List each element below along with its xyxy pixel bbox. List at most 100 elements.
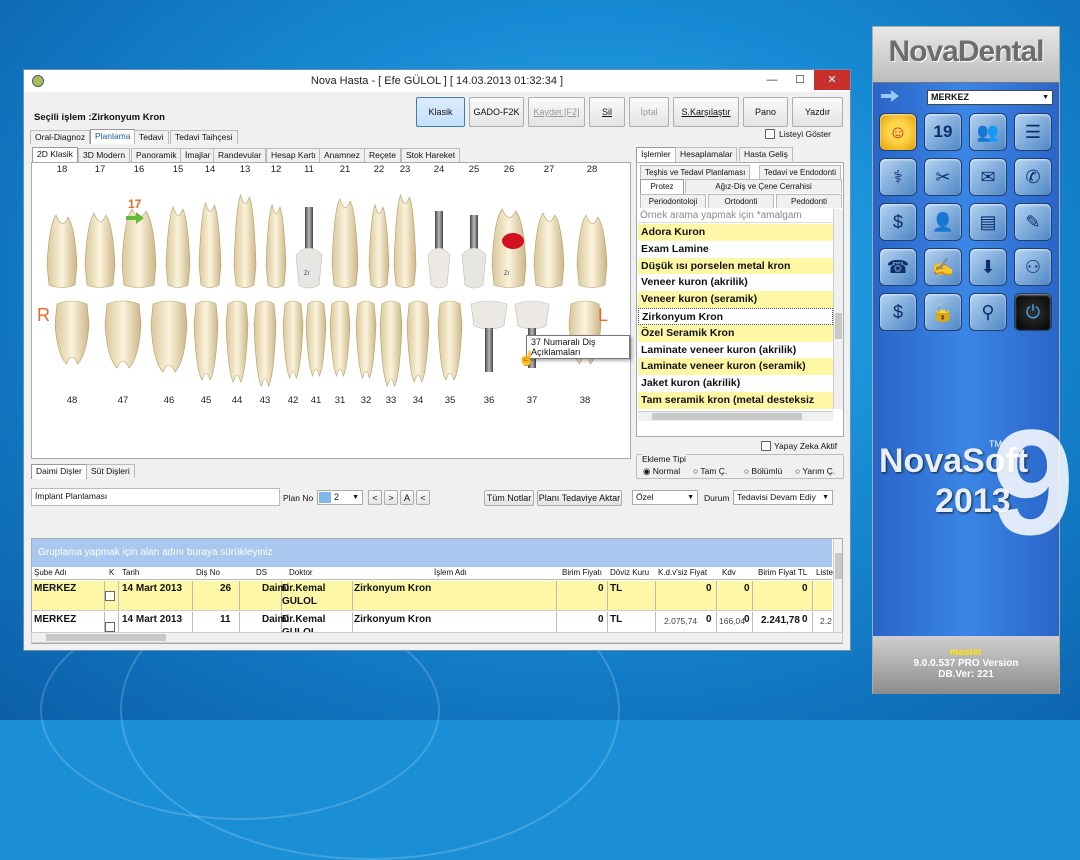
upper-tooth[interactable] <box>533 212 565 288</box>
row-checkbox[interactable] <box>105 622 115 632</box>
ozel-select[interactable]: Özel ▼ <box>632 490 698 505</box>
upper-tooth[interactable] <box>393 194 417 288</box>
lower-tooth-number[interactable]: 37 <box>520 395 544 406</box>
upper-tooth[interactable] <box>576 214 608 288</box>
durum-select[interactable]: Tedavisi Devam Ediy ▼ <box>733 490 833 505</box>
upper-tooth[interactable] <box>331 198 359 288</box>
sms-icon[interactable]: ✆ <box>1014 158 1052 196</box>
lower-tooth[interactable] <box>305 300 327 377</box>
caries-mark[interactable] <box>502 233 524 249</box>
upper-tooth-number[interactable]: 21 <box>333 164 357 175</box>
tab-daimi-disler[interactable]: Daimi Dişler <box>31 464 87 479</box>
operation-item[interactable]: Laminate veneer kuron (akrilik) <box>638 342 833 359</box>
operation-hscrollbar[interactable] <box>638 411 833 421</box>
lower-tooth-number[interactable]: 31 <box>328 395 352 406</box>
phone-icon[interactable]: ☎ <box>879 248 917 286</box>
column-header[interactable]: Şube Adı <box>34 568 66 577</box>
upper-tooth-number[interactable]: 24 <box>427 164 451 175</box>
lower-tooth-number[interactable]: 46 <box>157 395 181 406</box>
upper-tooth-number[interactable]: 11 <box>297 164 321 175</box>
maximize-button[interactable]: ☐ <box>786 70 814 90</box>
lower-tooth-number[interactable]: 33 <box>379 395 403 406</box>
lower-tooth-number[interactable]: 43 <box>253 395 277 406</box>
upper-tooth[interactable] <box>265 204 287 288</box>
radio-yarim[interactable]: ○ Yarım Ç. <box>795 466 835 476</box>
operation-item[interactable]: Exam Lamine <box>638 241 833 258</box>
upper-tooth-number[interactable]: 15 <box>166 164 190 175</box>
upper-tooth-number[interactable]: 22 <box>367 164 391 175</box>
tab-planlama[interactable]: Planlama <box>90 129 136 144</box>
email-icon[interactable]: ✉ <box>969 158 1007 196</box>
tab-stok-hareket[interactable]: Stok Hareket <box>401 148 461 162</box>
column-header[interactable]: Döviz Kuru <box>610 568 649 577</box>
upper-tooth[interactable] <box>198 202 222 288</box>
klasik-button[interactable]: Klasik <box>416 97 465 127</box>
cat-periodontoloji[interactable]: Periodontoloji <box>640 194 706 208</box>
chat-icon[interactable]: ✎ <box>1014 203 1052 241</box>
pencil-icon[interactable]: ✍ <box>924 248 962 286</box>
upper-implant[interactable] <box>470 215 478 253</box>
search-users-icon[interactable]: ⚲ <box>969 293 1007 331</box>
tab-hesaplamalar[interactable]: Hesaplamalar <box>675 147 738 161</box>
cat-teshis[interactable]: Teşhis ve Tedavi Planlaması <box>640 165 751 179</box>
users-icon[interactable]: 👤 <box>924 203 962 241</box>
branch-select[interactable]: MERKEZ ▼ <box>927 90 1053 105</box>
download-icon[interactable]: ⬇ <box>969 248 1007 286</box>
lower-tooth-number[interactable]: 45 <box>194 395 218 406</box>
upper-tooth-number[interactable]: 16 <box>127 164 151 175</box>
operation-item[interactable]: Veneer kuron (akrilik) <box>638 274 833 291</box>
upper-tooth-number[interactable]: 23 <box>393 164 417 175</box>
cat-ortodonti[interactable]: Ortodonti <box>708 194 774 208</box>
smiley-icon[interactable]: ☺ <box>879 113 917 151</box>
column-header[interactable]: Liste <box>816 568 833 577</box>
lower-tooth[interactable] <box>193 300 219 381</box>
radio-tam[interactable]: ○ Tam Ç. <box>693 466 727 476</box>
upper-crown[interactable] <box>461 247 487 289</box>
zr-mark[interactable]: Zr <box>504 271 510 277</box>
title-bar[interactable]: Nova Hasta - [ Efe GÜLOL ] [ 14.03.2013 … <box>24 70 850 92</box>
tab-panoramik[interactable]: Panoramik <box>131 148 182 162</box>
cancel-button[interactable]: İptal <box>629 97 669 127</box>
gado-button[interactable]: GADO-F2K <box>469 97 524 127</box>
lower-tooth-number[interactable]: 44 <box>225 395 249 406</box>
tab-oral-diagnoz[interactable]: Oral-Diagnoz <box>30 130 91 144</box>
lower-crown[interactable] <box>470 300 508 330</box>
column-header[interactable]: Kdv <box>722 568 736 577</box>
tab-anamnez[interactable]: Anamnez <box>319 148 365 162</box>
team-icon[interactable]: 👥 <box>969 113 1007 151</box>
upper-tooth[interactable] <box>46 214 78 288</box>
column-header[interactable]: Doktor <box>289 568 313 577</box>
power-icon[interactable]: ⏻ <box>1014 293 1052 331</box>
lower-implant[interactable] <box>485 328 493 372</box>
lower-tooth[interactable] <box>379 300 403 387</box>
upper-tooth-number[interactable]: 12 <box>264 164 288 175</box>
group-icon[interactable]: ⚇ <box>1014 248 1052 286</box>
tab-tedavi-tarihcesi[interactable]: Tedavi Taihçesi <box>170 130 238 144</box>
operation-search-input[interactable]: Örnek arama yapmak için *amalgam <box>638 209 833 223</box>
currency-icon[interactable]: $ <box>879 203 917 241</box>
dental-chart[interactable]: Zr Zr 18 17 16 15 14 13 12 11 21 22 23 24 25 26 27 28 48… <box>31 162 631 459</box>
lower-crown[interactable] <box>514 300 550 330</box>
minimize-button[interactable]: — <box>758 70 786 90</box>
pano-button[interactable]: Pano <box>743 97 788 127</box>
lower-tooth-number[interactable]: 48 <box>60 395 84 406</box>
yapay-zeka-checkbox[interactable] <box>761 441 771 451</box>
lower-tooth-number[interactable]: 38 <box>573 395 597 406</box>
group-by-area[interactable]: Gruplama yapmak için alan adını buraya s… <box>32 539 832 567</box>
lower-tooth[interactable] <box>150 300 188 373</box>
column-header[interactable]: Birim Fiyatı <box>562 568 602 577</box>
cat-pedodonti[interactable]: Pedodonti <box>776 194 842 208</box>
column-header[interactable]: K <box>109 568 114 577</box>
all-notes-button[interactable]: Tüm Notlar <box>484 490 534 506</box>
upper-tooth-number[interactable]: 25 <box>462 164 486 175</box>
tab-tedavi[interactable]: Tedavi <box>134 130 169 144</box>
plan-back-button[interactable]: < <box>416 490 430 505</box>
lower-tooth[interactable] <box>225 300 249 383</box>
row-checkbox[interactable] <box>105 591 115 601</box>
grid-scrollbar[interactable] <box>833 539 842 643</box>
tab-3d-modern[interactable]: 3D Modern <box>78 148 131 162</box>
tab-2d-klasik[interactable]: 2D Klasik <box>32 147 78 162</box>
upper-tooth-number[interactable]: 28 <box>580 164 604 175</box>
calendar-icon[interactable]: 19 <box>924 113 962 151</box>
operation-item[interactable]: Laminate veneer kuron (seramik) <box>638 358 833 376</box>
